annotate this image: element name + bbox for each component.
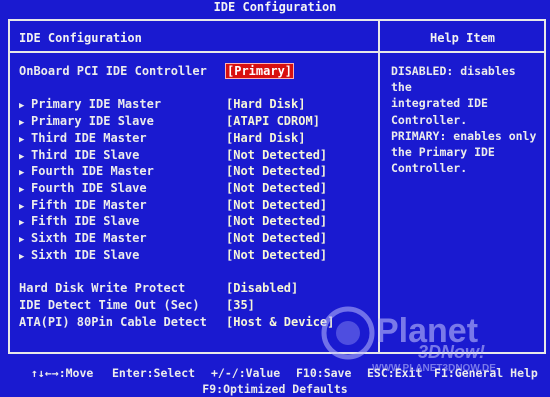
setting-row-detect-timeout[interactable]: IDE Detect Time Out (Sec) [35] — [19, 298, 255, 313]
left-panel-title: IDE Configuration — [19, 31, 142, 45]
submenu-arrow-icon: ▶ — [19, 101, 25, 111]
help-text: DISABLED: disables the integrated IDE Co… — [391, 64, 537, 176]
drive-row-fourth-master[interactable]: ▶ Fourth IDE Master [Not Detected] — [19, 164, 327, 179]
submenu-arrow-icon: ▶ — [19, 218, 25, 228]
panel-divider — [378, 19, 380, 354]
drive-value[interactable]: [Not Detected] — [226, 248, 327, 263]
right-header-divider — [379, 51, 546, 53]
setting-value[interactable]: [Disabled] — [226, 281, 298, 296]
drive-row-sixth-slave[interactable]: ▶ Sixth IDE Slave [Not Detected] — [19, 248, 327, 263]
drive-row-fifth-master[interactable]: ▶ Fifth IDE Master [Not Detected] — [19, 198, 327, 213]
drive-value[interactable]: [Not Detected] — [226, 214, 327, 229]
submenu-arrow-icon: ▶ — [19, 235, 25, 245]
footer-select-hint: Enter:Select — [112, 366, 196, 380]
window-title: IDE Configuration — [213, 0, 337, 14]
left-header-divider — [8, 51, 379, 53]
submenu-arrow-icon: ▶ — [19, 135, 25, 145]
drive-value[interactable]: [Hard Disk] — [226, 97, 305, 112]
setting-value[interactable]: [Host & Device] — [226, 315, 334, 330]
drive-row-primary-master[interactable]: ▶ Primary IDE Master [Hard Disk] — [19, 97, 305, 112]
drive-label: Primary IDE Master — [31, 97, 162, 111]
drive-value[interactable]: [Not Detected] — [226, 231, 327, 246]
drive-label: Fifth IDE Slave — [31, 214, 140, 228]
drive-label: Third IDE Slave — [31, 148, 140, 162]
setting-value[interactable]: [35] — [226, 298, 255, 313]
footer-move-hint: ↑↓←→:Move — [31, 366, 94, 380]
drive-label: Fourth IDE Slave — [31, 181, 147, 195]
setting-label: IDE Detect Time Out (Sec) — [19, 298, 200, 312]
submenu-arrow-icon: ▶ — [19, 168, 25, 178]
onboard-controller-row[interactable]: OnBoard PCI IDE Controller [Primary] — [19, 63, 295, 79]
drive-value[interactable]: [Not Detected] — [226, 198, 327, 213]
onboard-controller-label: OnBoard PCI IDE Controller — [19, 64, 207, 78]
footer-general-help-hint: F1:General Help — [434, 366, 538, 380]
onboard-controller-selected[interactable]: [Primary] — [224, 63, 295, 79]
drive-row-primary-slave[interactable]: ▶ Primary IDE Slave [ATAPI CDROM] — [19, 114, 320, 129]
drive-value[interactable]: [Not Detected] — [226, 181, 327, 196]
drive-row-sixth-master[interactable]: ▶ Sixth IDE Master [Not Detected] — [19, 231, 327, 246]
footer-value-hint: +/-/:Value — [211, 366, 281, 380]
submenu-arrow-icon: ▶ — [19, 185, 25, 195]
setting-label: Hard Disk Write Protect — [19, 281, 186, 295]
submenu-arrow-icon: ▶ — [19, 252, 25, 262]
drive-label: Fourth IDE Master — [31, 164, 154, 178]
drive-row-third-slave[interactable]: ▶ Third IDE Slave [Not Detected] — [19, 148, 327, 163]
setting-label: ATA(PI) 80Pin Cable Detect — [19, 315, 207, 329]
submenu-arrow-icon: ▶ — [19, 118, 25, 128]
right-panel-title: Help Item — [430, 31, 496, 45]
footer-exit-hint: ESC:Exit — [367, 366, 423, 380]
drive-row-fifth-slave[interactable]: ▶ Fifth IDE Slave [Not Detected] — [19, 214, 327, 229]
setting-row-cable-detect[interactable]: ATA(PI) 80Pin Cable Detect [Host & Devic… — [19, 315, 334, 330]
drive-label: Fifth IDE Master — [31, 198, 147, 212]
footer-optimized-defaults-hint: F9:Optimized Defaults — [202, 382, 348, 396]
drive-label: Third IDE Master — [31, 131, 147, 145]
submenu-arrow-icon: ▶ — [19, 152, 25, 162]
drive-value[interactable]: [Not Detected] — [226, 148, 327, 163]
drive-value[interactable]: [Hard Disk] — [226, 131, 305, 146]
drive-label: Sixth IDE Slave — [31, 248, 140, 262]
drive-row-third-master[interactable]: ▶ Third IDE Master [Hard Disk] — [19, 131, 305, 146]
drive-row-fourth-slave[interactable]: ▶ Fourth IDE Slave [Not Detected] — [19, 181, 327, 196]
drive-value[interactable]: [ATAPI CDROM] — [226, 114, 320, 129]
drive-label: Primary IDE Slave — [31, 114, 154, 128]
onboard-controller-value[interactable]: [Primary] — [224, 63, 295, 79]
drive-value[interactable]: [Not Detected] — [226, 164, 327, 179]
drive-label: Sixth IDE Master — [31, 231, 147, 245]
submenu-arrow-icon: ▶ — [19, 202, 25, 212]
footer-save-hint: F10:Save — [296, 366, 352, 380]
setting-row-write-protect[interactable]: Hard Disk Write Protect [Disabled] — [19, 281, 298, 296]
